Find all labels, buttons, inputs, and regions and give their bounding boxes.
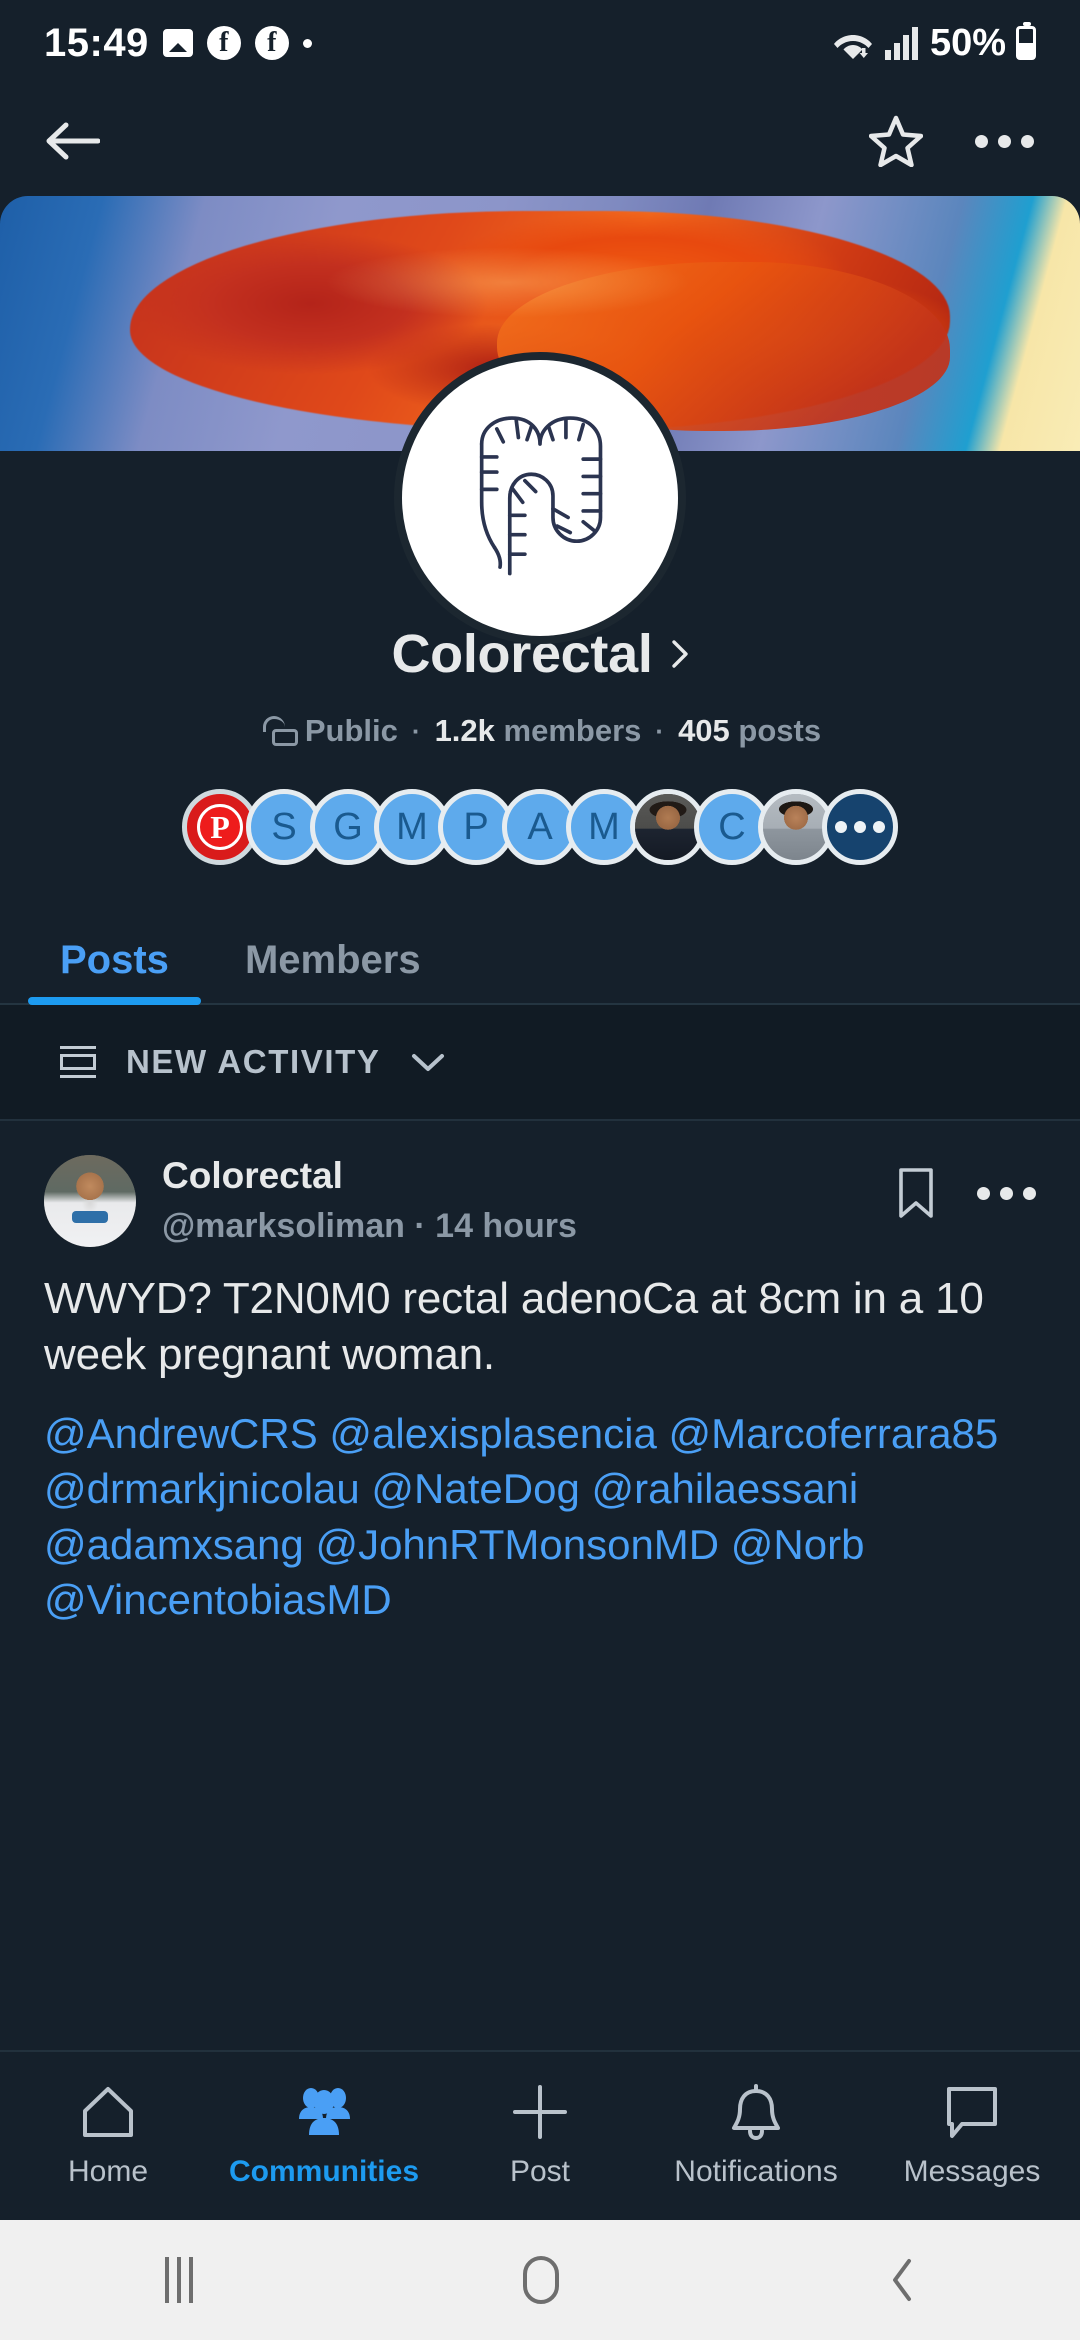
post-author-name[interactable]: Colorectal [162,1155,897,1197]
post-author-meta: Colorectal @marksoliman · 14 hours [162,1155,897,1246]
separator: · [414,1207,426,1245]
nav-post[interactable]: Post [440,2083,640,2189]
app-bar-actions [869,115,1034,167]
post-card[interactable]: Colorectal @marksoliman · 14 hours WWYD?… [0,1121,1080,1627]
home-icon [80,2083,136,2141]
back-chevron-icon[interactable] [889,2258,915,2302]
dot-icon [302,38,312,48]
chevron-right-icon [671,640,688,668]
status-bar-left: 15:49 f f [44,21,312,66]
communities-icon [295,2083,353,2141]
status-bar-right: 50% [832,22,1036,65]
post-subline: @marksoliman · 14 hours [162,1207,897,1246]
battery-icon [1016,22,1036,60]
community-stats: Public · 1.2k members · 405 posts [0,713,1080,749]
bottom-navigation: Home Communities Post Notifications Mess… [0,2050,1080,2220]
post-actions [897,1155,1036,1219]
phone-screen: 15:49 f f 50% Colorectal Public · 1.2k m… [0,0,1080,2340]
chevron-down-icon[interactable] [410,1051,446,1073]
cellular-signal-icon [884,27,918,60]
facepile-more-button[interactable] [822,789,898,865]
nav-label: Post [509,2155,571,2188]
member-facepile[interactable]: P S G M P A M C [0,789,1080,865]
separator: · [411,715,421,746]
new-activity-label: NEW ACTIVITY [126,1043,381,1080]
nav-home[interactable]: Home [8,2083,208,2189]
home-pill-icon[interactable] [523,2256,559,2304]
more-horizontal-icon[interactable] [975,134,1034,148]
nav-notifications[interactable]: Notifications [656,2083,856,2189]
post-body-text: WWYD? T2N0M0 rectal adenoCa at 8cm in a … [44,1274,984,1380]
bell-icon [729,2083,783,2141]
separator: · [655,715,665,746]
status-bar: 15:49 f f 50% [0,0,1080,86]
privacy-label: Public [304,713,398,748]
new-activity-filter[interactable]: NEW ACTIVITY [0,1005,1080,1121]
tab-members[interactable]: Members [229,938,437,1003]
community-avatar[interactable] [394,352,686,644]
post-timestamp: 14 hours [435,1207,577,1245]
facebook-icon: f [206,26,241,60]
avatar[interactable] [44,1155,136,1247]
back-arrow-icon[interactable] [46,119,100,163]
facebook-icon: f [254,26,289,60]
nav-label: Home [67,2155,149,2188]
list-view-icon [60,1046,96,1078]
star-icon[interactable] [869,115,923,167]
post-mentions[interactable]: @AndrewCRS @alexisplasencia @Marcoferrar… [44,1406,1036,1628]
colon-line-drawing-icon [479,416,603,576]
post-handle[interactable]: @marksoliman [162,1207,405,1245]
recents-icon[interactable] [165,2257,193,2303]
tab-posts[interactable]: Posts [28,938,201,1005]
nav-label: Communities [228,2155,420,2188]
plus-icon [511,2083,569,2141]
nav-messages[interactable]: Messages [872,2083,1072,2189]
lock-open-icon [259,716,298,746]
image-icon [162,29,193,57]
nav-communities[interactable]: Communities [224,2083,424,2189]
posts-stat[interactable]: 405 posts [678,713,821,749]
nav-label: Notifications [674,2155,838,2188]
wifi-icon [833,35,872,59]
status-time: 15:49 [44,20,149,65]
post-header: Colorectal @marksoliman · 14 hours [44,1155,1036,1247]
tab-bar: Posts Members [0,909,1080,1005]
message-icon [944,2083,1000,2141]
more-horizontal-icon[interactable] [977,1186,1036,1200]
nav-label: Messages [903,2155,1041,2188]
system-navigation-bar [0,2220,1080,2340]
members-stat[interactable]: 1.2k members [435,713,642,749]
bookmark-icon[interactable] [897,1167,935,1219]
battery-percent: 50% [929,21,1006,64]
app-bar [0,86,1080,196]
